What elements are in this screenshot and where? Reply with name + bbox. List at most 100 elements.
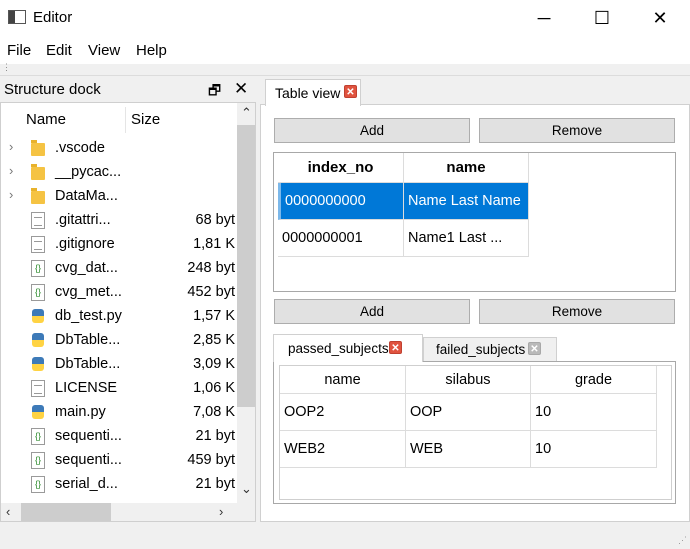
tab-label: failed_subjects: [436, 342, 526, 357]
tree-row[interactable]: DbTable... 3,09 K: [1, 353, 237, 377]
column-header-index-no[interactable]: index_no: [278, 153, 404, 183]
tree-row[interactable]: › .vscode: [1, 137, 237, 161]
python-file-icon: [31, 404, 45, 421]
tree-item-size: 1,06 K: [193, 380, 235, 396]
tree-row[interactable]: main.py 7,08 K: [1, 401, 237, 425]
table-cell[interactable]: 10: [531, 394, 657, 431]
tree-item-size: 2,85 K: [193, 332, 235, 348]
title-bar: Editor ─ ☐ ✕: [0, 0, 690, 36]
scroll-up-icon[interactable]: ⌃: [241, 105, 252, 121]
app-window-icon: [8, 10, 26, 24]
expand-arrow-icon[interactable]: ›: [9, 139, 13, 154]
table-cell[interactable]: WEB: [406, 431, 531, 468]
tree-row[interactable]: {} sequenti... 459 byt: [1, 449, 237, 473]
expand-arrow-icon[interactable]: ›: [9, 187, 13, 202]
separator: [0, 75, 690, 76]
vertical-scroll-thumb[interactable]: [237, 125, 255, 407]
tree-row[interactable]: .gitignore 1,81 K: [1, 233, 237, 257]
json-file-icon: {}: [31, 476, 45, 493]
table-cell[interactable]: 10: [531, 431, 657, 468]
close-window-button[interactable]: ✕: [637, 0, 683, 36]
tree-item-name: db_test.py: [55, 308, 122, 324]
tree-item-size: 21 byt: [195, 476, 236, 492]
tree-row[interactable]: DbTable... 2,85 K: [1, 329, 237, 353]
json-file-icon: {}: [31, 452, 45, 469]
tab-passed-subjects[interactable]: passed_subjects ✕: [273, 334, 423, 362]
tree-row[interactable]: › DataMa...: [1, 185, 237, 209]
table-cell[interactable]: OOP: [406, 394, 531, 431]
tree-row[interactable]: {} cvg_dat... 248 byt: [1, 257, 237, 281]
scroll-right-icon[interactable]: ›: [219, 504, 223, 519]
tree-item-size: 3,09 K: [193, 356, 235, 372]
header-separator: [125, 107, 126, 133]
table-cell[interactable]: 0000000000: [278, 183, 404, 220]
size-grip-icon[interactable]: ⋰: [678, 535, 687, 546]
python-file-icon: [31, 332, 45, 349]
remove-subject-button[interactable]: Remove: [479, 299, 675, 324]
tab-label: Table view: [275, 85, 341, 101]
add-subject-button[interactable]: Add: [274, 299, 470, 324]
tab-table-view[interactable]: Table view ✕: [265, 79, 361, 106]
json-file-icon: {}: [31, 428, 45, 445]
expand-arrow-icon[interactable]: ›: [9, 163, 13, 178]
tree-item-size: 68 byt: [195, 212, 236, 228]
subjects-table[interactable]: name silabus grade OOP2 OOP 10 WEB2 WEB …: [279, 365, 672, 500]
tree-row[interactable]: LICENSE 1,06 K: [1, 377, 237, 401]
add-button[interactable]: Add: [274, 118, 470, 143]
main-table[interactable]: index_no name 0000000000 Name Last Name …: [273, 152, 676, 292]
tree-row[interactable]: .gitattri... 68 byt: [1, 209, 237, 233]
close-tab-icon[interactable]: ✕: [344, 85, 357, 98]
maximize-button[interactable]: ☐: [579, 0, 625, 36]
tree-item-size: 1,57 K: [193, 308, 235, 324]
menu-edit[interactable]: Edit: [46, 42, 72, 59]
remove-button[interactable]: Remove: [479, 118, 675, 143]
dock-title: Structure dock: [4, 81, 101, 98]
tree-row[interactable]: {} serial_d... 21 byt: [1, 473, 237, 497]
column-header-silabus[interactable]: silabus: [406, 366, 531, 394]
table-cell[interactable]: OOP2: [280, 394, 406, 431]
tree-row[interactable]: {} sequenti... 21 byt: [1, 425, 237, 449]
tree-row[interactable]: {} cvg_met... 452 byt: [1, 281, 237, 305]
column-header-name[interactable]: Name: [26, 111, 66, 128]
menu-help[interactable]: Help: [136, 42, 167, 59]
json-file-icon: {}: [31, 284, 45, 301]
tree-item-name: main.py: [55, 404, 106, 420]
close-tab-icon[interactable]: ✕: [528, 342, 541, 355]
scroll-left-icon[interactable]: ‹: [6, 504, 10, 519]
window-title: Editor: [33, 9, 73, 26]
table-cell[interactable]: 0000000001: [278, 220, 404, 257]
scroll-corner: [237, 503, 255, 521]
tree-row[interactable]: db_test.py 1,57 K: [1, 305, 237, 329]
table-cell[interactable]: Name1 Last ...: [404, 220, 529, 257]
menu-view[interactable]: View: [88, 42, 120, 59]
menu-bar: File Edit View Help: [0, 36, 690, 64]
column-header-grade[interactable]: grade: [531, 366, 657, 394]
close-tab-icon[interactable]: ✕: [389, 341, 402, 354]
tree-row[interactable]: › __pycac...: [1, 161, 237, 185]
dock-close-icon[interactable]: ✕: [234, 79, 248, 99]
tree-item-name: __pycac...: [55, 164, 122, 180]
tree-item-name: DbTable...: [55, 332, 121, 348]
python-file-icon: [31, 356, 45, 373]
dock-float-icon[interactable]: 🗗: [208, 80, 221, 104]
tree-item-name: cvg_met...: [55, 284, 122, 300]
tree-item-name: DataMa...: [55, 188, 118, 204]
horizontal-scroll-thumb[interactable]: [21, 503, 111, 521]
scroll-down-icon[interactable]: ⌄: [241, 481, 252, 497]
menu-file[interactable]: File: [7, 42, 31, 59]
column-header-name[interactable]: name: [404, 153, 529, 183]
toolbar-grip-icon[interactable]: ⋮: [2, 63, 11, 75]
tree-item-name: .vscode: [55, 140, 105, 156]
minimize-button[interactable]: ─: [521, 0, 567, 36]
tree-item-name: sequenti...: [55, 428, 122, 444]
text-file-icon: [31, 236, 45, 253]
folder-icon: [31, 164, 45, 180]
column-header-name[interactable]: name: [280, 366, 406, 394]
tree-item-name: sequenti...: [55, 452, 122, 468]
column-header-size[interactable]: Size: [131, 111, 160, 128]
tree-item-size: 248 byt: [187, 260, 235, 276]
file-tree[interactable]: Name Size › .vscode › __pycac... › DataMa....…: [0, 102, 256, 522]
table-cell[interactable]: WEB2: [280, 431, 406, 468]
table-cell[interactable]: Name Last Name: [404, 183, 529, 220]
tab-failed-subjects[interactable]: failed_subjects ✕: [423, 337, 557, 361]
